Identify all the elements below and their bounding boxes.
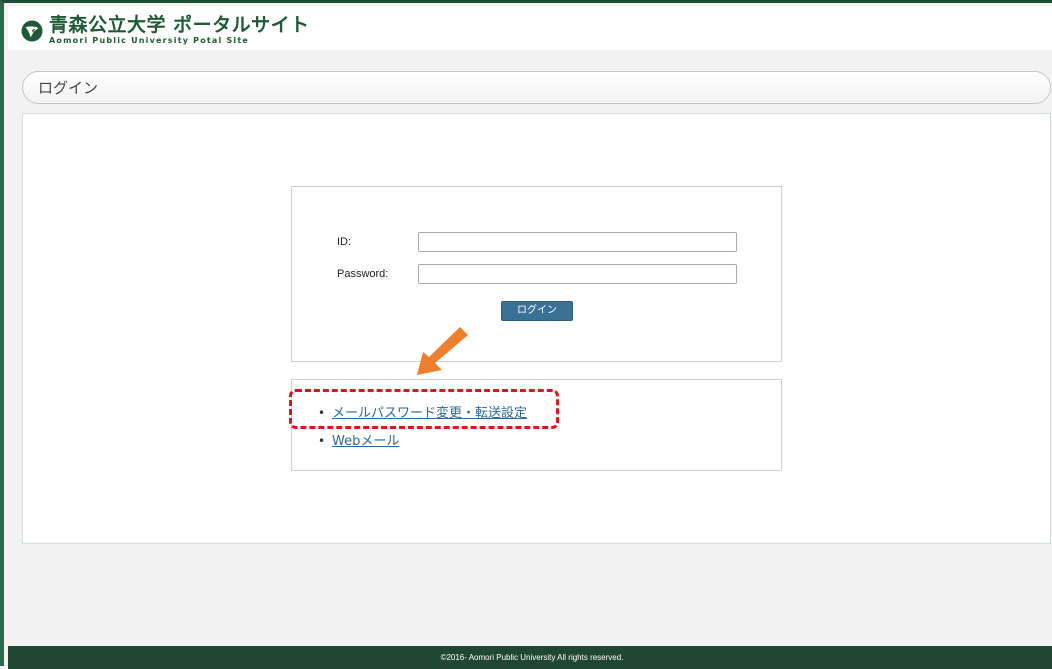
links-list: • メールパスワード変更・転送設定 • Webメール [318,402,527,458]
id-input[interactable] [418,232,737,252]
page-title-bar: ログイン [22,71,1051,104]
portal-window: 青森公立大学 ポータルサイト Aomori Public University … [0,0,1052,669]
bullet-icon: • [318,434,326,448]
password-input[interactable] [418,264,737,284]
login-button[interactable]: ログイン [501,301,573,321]
site-title: 青森公立大学 ポータルサイト [49,14,310,36]
page-title: ログイン [38,79,99,97]
list-item: • メールパスワード変更・転送設定 [318,402,527,430]
password-label: Password: [337,268,389,280]
login-form: ID: Password: ログイン [291,186,782,362]
links-panel: • メールパスワード変更・転送設定 • Webメール [291,379,782,471]
webmail-link[interactable]: Webメール [332,434,399,449]
mail-password-settings-link[interactable]: メールパスワード変更・転送設定 [332,406,527,421]
site-header: 青森公立大学 ポータルサイト Aomori Public University … [8,6,1052,50]
list-item: • Webメール [318,430,527,458]
university-logo-icon [21,20,43,42]
id-label: ID: [337,236,352,248]
site-subtitle: Aomori Public University Potal Site [49,36,249,45]
bullet-icon: • [318,406,326,420]
